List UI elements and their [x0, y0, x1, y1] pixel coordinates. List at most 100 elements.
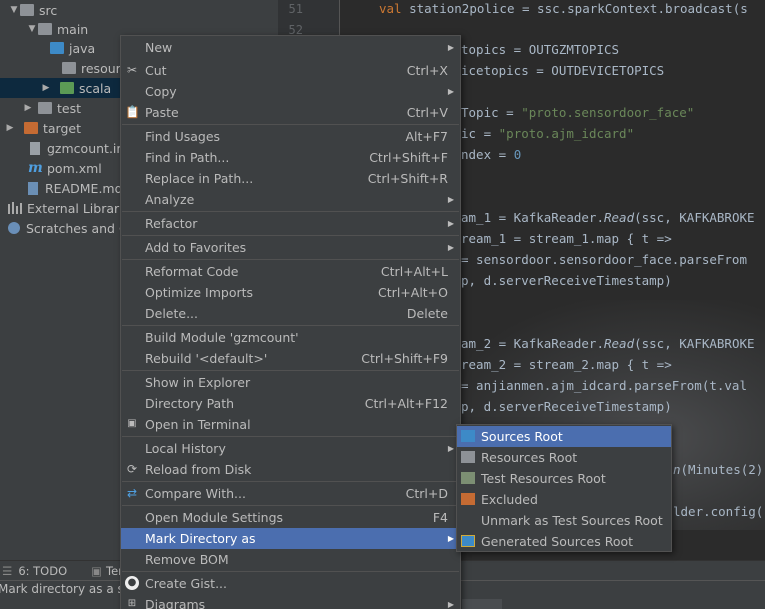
code-line: am_1 = KafkaReader.Read(ssc, KAFKABROKE [461, 210, 755, 225]
menu-item-show-in-explorer[interactable]: Show in Explorer [121, 372, 460, 393]
code-line: ic = "proto.ajm_idcard" [461, 126, 635, 141]
menu-item-label: Delete... [145, 306, 198, 321]
menu-item-shortcut: Ctrl+Alt+L [380, 264, 448, 279]
menu-item-local-history[interactable]: Local History ▶ [121, 438, 460, 459]
expand-arrow-icon[interactable]: ▶ [4, 123, 16, 133]
clipboard-icon: 📋 [125, 105, 140, 119]
code-line: topics = OUTGZMTOPICS [461, 42, 620, 57]
menu-separator [122, 124, 459, 125]
menu-item-label: Directory Path [145, 396, 235, 411]
menu-item-build-module[interactable]: Build Module 'gzmcount' [121, 327, 460, 348]
code-line: = sensordoor.sensordoor_face.parseFrom [461, 252, 747, 267]
compare-icon: ⇄ [126, 486, 138, 500]
menu-item-label: Open Module Settings [145, 510, 284, 525]
submenu-item-label: Test Resources Root [481, 471, 606, 486]
generated-sources-root-icon [461, 535, 475, 547]
submenu-item-excluded[interactable]: Excluded [457, 489, 671, 510]
folder-icon [38, 102, 52, 114]
tree-item-label: target [43, 120, 82, 136]
menu-item-label: Reload from Disk [145, 462, 252, 477]
menu-item-rebuild[interactable]: Rebuild '<default>' Ctrl+Shift+F9 [121, 348, 460, 369]
menu-item-label: Cut [145, 63, 167, 78]
menu-item-label: Paste [145, 105, 179, 120]
submenu-item-generated-sources-root[interactable]: Generated Sources Root [457, 531, 671, 552]
menu-item-reload-from-disk[interactable]: ⟳ Reload from Disk [121, 459, 460, 480]
submenu-arrow-icon: ▶ [447, 243, 454, 252]
expand-arrow-icon[interactable]: ▼ [8, 5, 20, 15]
status-widget[interactable] [462, 599, 502, 609]
menu-item-shortcut: Ctrl+Shift+F [369, 150, 448, 165]
submenu-item-label: Unmark as Test Sources Root [481, 513, 663, 528]
menu-item-shortcut: Ctrl+V [406, 105, 448, 120]
code-line: = anjianmen.ajm_idcard.parseFrom(t.val [461, 378, 747, 393]
folder-resources-icon [62, 62, 76, 74]
menu-item-compare-with[interactable]: ⇄ Compare With... Ctrl+D [121, 483, 460, 504]
menu-separator [122, 370, 459, 371]
menu-item-open-module-settings[interactable]: Open Module Settings F4 [121, 507, 460, 528]
folder-orange-icon [24, 122, 38, 134]
menu-item-delete[interactable]: Delete... Delete [121, 303, 460, 324]
expand-arrow-icon[interactable]: ▶ [22, 103, 34, 113]
list-icon: ☰ [2, 563, 13, 578]
code-line: p, d.serverReceiveTimestamp) [461, 273, 672, 288]
menu-item-shortcut: Delete [406, 306, 448, 321]
menu-item-label: Show in Explorer [145, 375, 251, 390]
menu-item-shortcut: Ctrl+Shift+R [367, 171, 448, 186]
menu-item-label: Analyze [145, 192, 195, 207]
menu-item-mark-directory-as[interactable]: Mark Directory as ▶ [121, 528, 460, 549]
submenu-item-unmark[interactable]: Unmark as Test Sources Root [457, 510, 671, 531]
tree-item-label: scala [79, 80, 112, 96]
menu-item-directory-path[interactable]: Directory Path Ctrl+Alt+F12 [121, 393, 460, 414]
code-line: icetopics = OUTDEVICETOPICS [461, 63, 665, 78]
menu-item-replace-in-path[interactable]: Replace in Path... Ctrl+Shift+R [121, 168, 460, 189]
menu-item-optimize-imports[interactable]: Optimize Imports Ctrl+Alt+O [121, 282, 460, 303]
submenu-item-test-resources-root[interactable]: Test Resources Root [457, 468, 671, 489]
menu-item-remove-bom[interactable]: Remove BOM [121, 549, 460, 570]
code-line: am_2 = KafkaReader.Read(ssc, KAFKABROKE [461, 336, 755, 351]
submenu-arrow-icon: ▶ [447, 87, 454, 96]
submenu-item-sources-root[interactable]: Sources Root [457, 426, 671, 447]
expand-arrow-icon[interactable]: ▼ [26, 24, 38, 34]
menu-item-cut[interactable]: ✂ Cut Ctrl+X [121, 60, 460, 81]
menu-item-analyze[interactable]: Analyze ▶ [121, 189, 460, 210]
submenu-arrow-icon: ▶ [447, 195, 454, 204]
menu-item-add-to-favorites[interactable]: Add to Favorites ▶ [121, 237, 460, 258]
menu-item-shortcut: Ctrl+Shift+F9 [361, 351, 448, 366]
scissors-icon: ✂ [126, 63, 138, 77]
maven-file-icon: m [28, 160, 43, 176]
menu-item-label: Refactor [145, 216, 198, 231]
submenu-item-resources-root[interactable]: Resources Root [457, 447, 671, 468]
iml-file-icon [30, 141, 40, 155]
markdown-file-icon [28, 181, 38, 195]
menu-item-diagrams[interactable]: ⊞ Diagrams ▶ [121, 594, 460, 609]
menu-item-shortcut: Ctrl+Alt+F12 [364, 396, 448, 411]
menu-item-find-usages[interactable]: Find Usages Alt+F7 [121, 126, 460, 147]
menu-item-label: Reformat Code [145, 264, 239, 279]
menu-item-create-gist[interactable]: ● Create Gist... [121, 573, 460, 594]
menu-item-paste[interactable]: 📋 Paste Ctrl+V [121, 102, 460, 123]
submenu-item-label: Sources Root [481, 429, 563, 444]
menu-item-label: Build Module 'gzmcount' [145, 330, 299, 345]
menu-item-label: Remove BOM [145, 552, 229, 567]
menu-item-label: New [145, 40, 173, 55]
menu-item-copy[interactable]: Copy ▶ [121, 81, 460, 102]
folder-blue-icon [50, 42, 64, 54]
menu-item-label: Find in Path... [145, 150, 230, 165]
folder-icon [38, 23, 52, 35]
code-line: p, d.serverReceiveTimestamp) [461, 399, 672, 414]
menu-item-open-in-terminal[interactable]: ▣ Open in Terminal [121, 414, 460, 435]
menu-item-new[interactable]: New ▶ [121, 37, 460, 58]
tab-todo[interactable]: 6: TODO [18, 564, 67, 578]
folder-icon [20, 4, 34, 16]
menu-separator [122, 325, 459, 326]
tree-item-label: README.md [45, 180, 123, 196]
terminal-tab-icon: ▣ [91, 563, 103, 578]
tree-item-src[interactable]: ▼ src [0, 0, 278, 20]
menu-item-label: Replace in Path... [145, 171, 254, 186]
menu-item-label: Rebuild '<default>' [145, 351, 268, 366]
menu-item-refactor[interactable]: Refactor ▶ [121, 213, 460, 234]
menu-item-label: Open in Terminal [145, 417, 251, 432]
expand-arrow-icon[interactable]: ▶ [40, 83, 52, 93]
menu-item-reformat-code[interactable]: Reformat Code Ctrl+Alt+L [121, 261, 460, 282]
menu-item-find-in-path[interactable]: Find in Path... Ctrl+Shift+F [121, 147, 460, 168]
